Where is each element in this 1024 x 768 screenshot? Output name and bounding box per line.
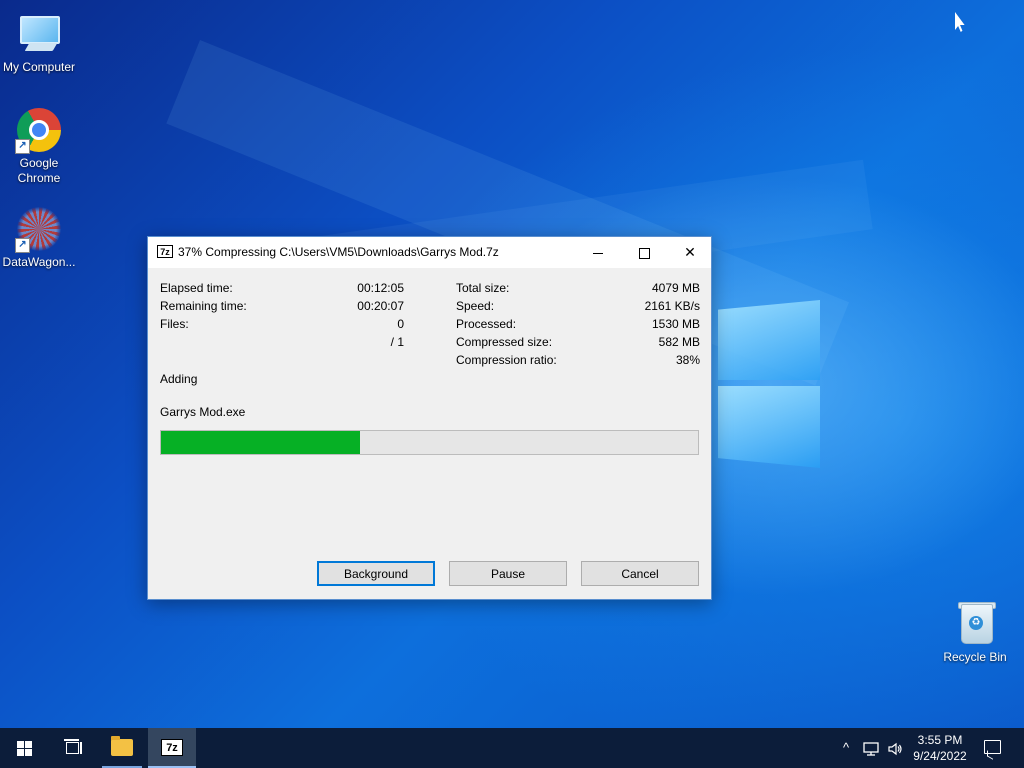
maximize-icon (638, 247, 650, 259)
clock[interactable]: 3:55 PM 9/24/2022 (908, 732, 972, 764)
compressed-size-label: Compressed size: (456, 335, 553, 349)
compression-ratio-value: 38% (675, 353, 700, 367)
total-size-value: 4079 MB (651, 281, 700, 295)
pause-button[interactable]: Pause (449, 561, 567, 586)
computer-icon (15, 10, 63, 58)
files-value: 0 (397, 317, 404, 331)
desktop: My Computer ↗ Google Chrome ↗ DataWagon.… (0, 0, 1024, 728)
show-hidden-icons-button[interactable]: ^ (836, 728, 856, 768)
minimize-icon (593, 252, 603, 254)
clock-time: 3:55 PM (917, 733, 963, 747)
compression-progress-dialog: 7z 37% Compressing C:\Users\VM5\Download… (147, 236, 712, 600)
volume-icon (888, 742, 902, 755)
desktop-icon-datawagon[interactable]: ↗ DataWagon... (0, 205, 79, 270)
network-button[interactable] (860, 728, 882, 768)
elapsed-time-value: 00:12:05 (357, 281, 404, 295)
cancel-button[interactable]: Cancel (581, 561, 699, 586)
chevron-up-icon: ^ (842, 740, 850, 755)
speed-value: 2161 KB/s (644, 299, 700, 313)
action-center-button[interactable] (980, 728, 1004, 768)
dialog-titlebar[interactable]: 7z 37% Compressing C:\Users\VM5\Download… (148, 237, 711, 268)
close-button[interactable]: ✕ (667, 237, 713, 268)
file-explorer-icon (111, 736, 133, 756)
minimize-button[interactable] (575, 237, 621, 268)
shortcut-arrow-icon: ↗ (15, 238, 30, 253)
datawagon-icon: ↗ (15, 205, 63, 253)
mouse-cursor-icon (955, 12, 965, 32)
remaining-time-label: Remaining time: (160, 299, 247, 313)
dialog-title: 37% Compressing C:\Users\VM5\Downloads\G… (178, 245, 499, 259)
taskbar-7zip[interactable]: 7z (148, 728, 196, 768)
speed-label: Speed: (456, 299, 495, 313)
files-label: Files: (160, 317, 189, 331)
remaining-time-value: 00:20:07 (357, 299, 404, 313)
desktop-icon-google-chrome[interactable]: ↗ Google Chrome (0, 106, 79, 186)
desktop-icon-recycle-bin[interactable]: ♻ Recycle Bin (935, 600, 1015, 665)
7zip-app-icon: 7z (157, 245, 173, 258)
start-button[interactable] (0, 728, 48, 768)
taskbar: 7z ^ 3:55 PM 9/24/2022 (0, 728, 1024, 768)
progress-bar (160, 430, 699, 455)
7zip-taskbar-icon: 7z (161, 739, 183, 756)
total-size-label: Total size: (456, 281, 510, 295)
desktop-icon-label: DataWagon... (2, 255, 76, 269)
close-icon: ✕ (684, 244, 696, 260)
desktop-icon-label: Google Chrome (17, 156, 61, 185)
elapsed-time-label: Elapsed time: (160, 281, 233, 295)
task-view-button[interactable] (50, 728, 94, 768)
shortcut-arrow-icon: ↗ (15, 139, 30, 154)
recycle-bin-icon: ♻ (951, 600, 999, 648)
processed-value: 1530 MB (651, 317, 700, 331)
network-icon (863, 741, 879, 756)
taskbar-file-explorer[interactable] (100, 728, 144, 768)
processed-label: Processed: (456, 317, 517, 331)
maximize-button[interactable] (621, 237, 667, 268)
current-action: Adding (160, 372, 198, 386)
desktop-icon-label: Recycle Bin (943, 650, 1007, 664)
chrome-icon: ↗ (15, 106, 63, 154)
compressed-size-value: 582 MB (658, 335, 700, 349)
clock-date: 9/24/2022 (913, 749, 967, 763)
current-file-name: Garrys Mod.exe (160, 405, 246, 419)
desktop-icon-label: My Computer (2, 60, 76, 74)
files-total-value: / 1 (390, 335, 404, 349)
background-button[interactable]: Background (317, 561, 435, 586)
volume-button[interactable] (884, 728, 906, 768)
compression-ratio-label: Compression ratio: (456, 353, 557, 367)
wallpaper-windows-logo (712, 288, 824, 480)
desktop-icon-my-computer[interactable]: My Computer (0, 10, 79, 75)
progress-bar-fill (161, 431, 360, 454)
